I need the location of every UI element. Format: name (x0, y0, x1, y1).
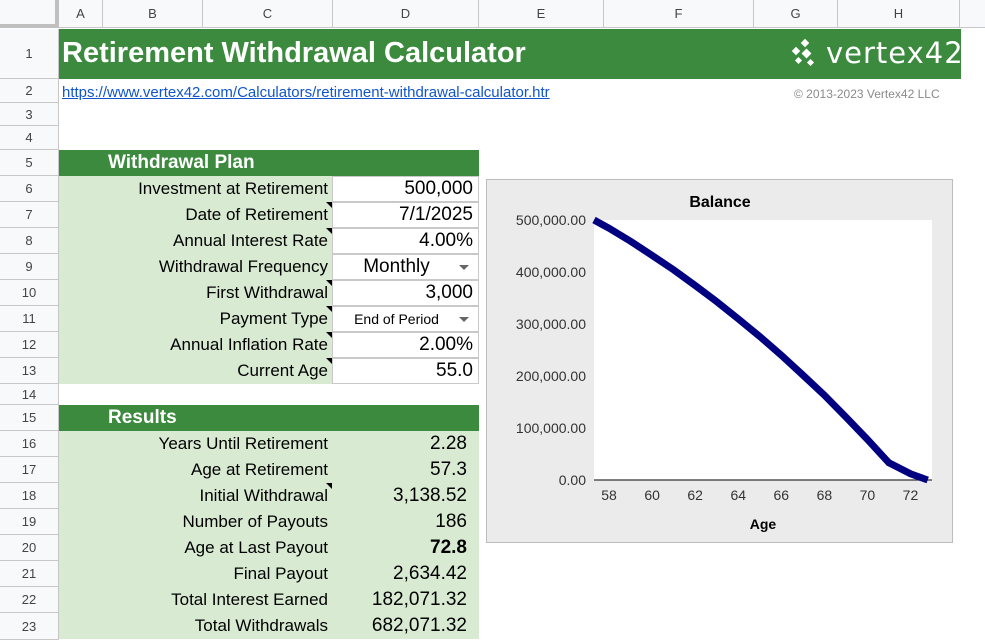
y-tick-label: 0.00 (559, 472, 586, 488)
payment-type-select[interactable]: End of Period (332, 306, 479, 332)
x-tick-label: 68 (817, 487, 833, 503)
y-tick-label: 400,000.00 (516, 264, 586, 280)
results-header: Results (59, 405, 479, 431)
column-header-d[interactable]: D (333, 0, 479, 28)
row-header[interactable]: 9 (0, 254, 59, 280)
row-header[interactable]: 17 (0, 457, 59, 483)
inflation-rate-input[interactable]: 2.00% (332, 332, 479, 358)
x-tick-label: 58 (601, 487, 617, 503)
row-header[interactable]: 8 (0, 228, 59, 254)
age-at-retirement-value: 57.3 (332, 457, 479, 483)
interest-rate-label: Annual Interest Rate (59, 228, 332, 254)
row-header[interactable]: 15 (0, 405, 59, 431)
balance-chart-svg: Balance 500,000.00 400,000.00 300,000.00 20… (516, 194, 932, 532)
x-tick-label: 60 (644, 487, 660, 503)
row-header[interactable]: 5 (0, 150, 59, 176)
row-header[interactable]: 14 (0, 384, 59, 405)
x-axis-label: Age (750, 516, 777, 532)
payment-type-label: Payment Type (59, 306, 332, 332)
row-header[interactable]: 11 (0, 306, 59, 332)
column-header-c[interactable]: C (203, 0, 333, 28)
current-age-label: Current Age (59, 358, 332, 384)
row-header[interactable]: 22 (0, 587, 59, 613)
number-of-payouts-value: 186 (332, 509, 479, 535)
years-until-retirement-value: 2.28 (332, 431, 479, 457)
row-header[interactable]: 4 (0, 126, 59, 150)
interest-rate-input[interactable]: 4.00% (332, 228, 479, 254)
column-header-b[interactable]: B (103, 0, 203, 28)
row-header[interactable]: 7 (0, 202, 59, 228)
inflation-rate-label: Annual Inflation Rate (59, 332, 332, 358)
row-header[interactable]: 12 (0, 332, 59, 358)
vertex42-logo-icon (791, 38, 815, 67)
first-withdrawal-label: First Withdrawal (59, 280, 332, 306)
withdrawal-frequency-select[interactable]: Monthly (332, 254, 479, 280)
column-header-blank (960, 0, 985, 28)
row-header[interactable]: 20 (0, 535, 59, 561)
page-title: Retirement Withdrawal Calculator (62, 37, 526, 69)
row-header[interactable]: 10 (0, 280, 59, 306)
total-withdrawals-value: 682,071.32 (332, 613, 479, 639)
column-header-e[interactable]: E (479, 0, 604, 28)
chart-title: Balance (689, 194, 750, 211)
withdrawal-plan-header: Withdrawal Plan (59, 150, 479, 176)
number-of-payouts-label: Number of Payouts (59, 509, 332, 535)
row-header[interactable]: 19 (0, 509, 59, 535)
row-header[interactable]: 3 (0, 103, 59, 126)
row-header[interactable]: 13 (0, 358, 59, 384)
row-header[interactable]: 6 (0, 176, 59, 202)
calculator-url-link[interactable]: https://www.vertex42.com/Calculators/ret… (62, 84, 550, 101)
row-header[interactable]: 16 (0, 431, 59, 457)
total-interest-label: Total Interest Earned (59, 587, 332, 613)
investment-input[interactable]: 500,000 (332, 176, 479, 202)
row-header[interactable]: 21 (0, 561, 59, 587)
current-age-input[interactable]: 55.0 (332, 358, 479, 384)
plot-area (594, 220, 932, 480)
retirement-date-label: Date of Retirement (59, 202, 332, 228)
y-tick-label: 300,000.00 (516, 316, 586, 332)
payment-type-value: End of Period (354, 311, 439, 327)
x-tick-label: 62 (687, 487, 703, 503)
final-payout-label: Final Payout (59, 561, 332, 587)
initial-withdrawal-label: Initial Withdrawal (59, 483, 332, 509)
age-at-last-payout-value: 72.8 (332, 535, 479, 561)
column-header-f[interactable]: F (604, 0, 754, 28)
x-tick-label: 64 (730, 487, 746, 503)
years-until-retirement-label: Years Until Retirement (59, 431, 332, 457)
column-header-g[interactable]: G (754, 0, 838, 28)
column-header-a[interactable]: A (59, 0, 103, 28)
y-tick-label: 500,000.00 (516, 212, 586, 228)
row-header[interactable]: 23 (0, 613, 59, 640)
withdrawal-frequency-label: Withdrawal Frequency (59, 254, 332, 280)
x-tick-label: 72 (903, 487, 919, 503)
total-interest-value: 182,071.32 (332, 587, 479, 613)
age-at-last-payout-label: Age at Last Payout (59, 535, 332, 561)
x-tick-label: 66 (774, 487, 790, 503)
balance-chart[interactable]: Balance 500,000.00 400,000.00 300,000.00 20… (486, 179, 953, 543)
column-header-h[interactable]: H (838, 0, 960, 28)
vertex42-logo: vertex42 (790, 36, 964, 70)
x-tick-label: 70 (860, 487, 876, 503)
dropdown-arrow-icon[interactable] (459, 317, 469, 322)
age-at-retirement-label: Age at Retirement (59, 457, 332, 483)
select-all-corner[interactable] (0, 0, 59, 28)
withdrawal-frequency-value: Monthly (363, 256, 430, 277)
total-withdrawals-label: Total Withdrawals (59, 613, 332, 639)
final-payout-value: 2,634.42 (332, 561, 479, 587)
first-withdrawal-input[interactable]: 3,000 (332, 280, 479, 306)
copyright-text: © 2013-2023 Vertex42 LLC (794, 87, 940, 101)
y-tick-label: 200,000.00 (516, 368, 586, 384)
row-header[interactable]: 2 (0, 79, 59, 103)
logo-text: vertex42 (826, 36, 964, 70)
retirement-date-input[interactable]: 7/1/2025 (332, 202, 479, 228)
initial-withdrawal-value: 3,138.52 (332, 483, 479, 509)
row-header[interactable]: 18 (0, 483, 59, 509)
investment-label: Investment at Retirement (59, 176, 332, 202)
y-tick-label: 100,000.00 (516, 420, 586, 436)
row-header[interactable]: 1 (0, 29, 59, 79)
dropdown-arrow-icon[interactable] (459, 265, 469, 270)
